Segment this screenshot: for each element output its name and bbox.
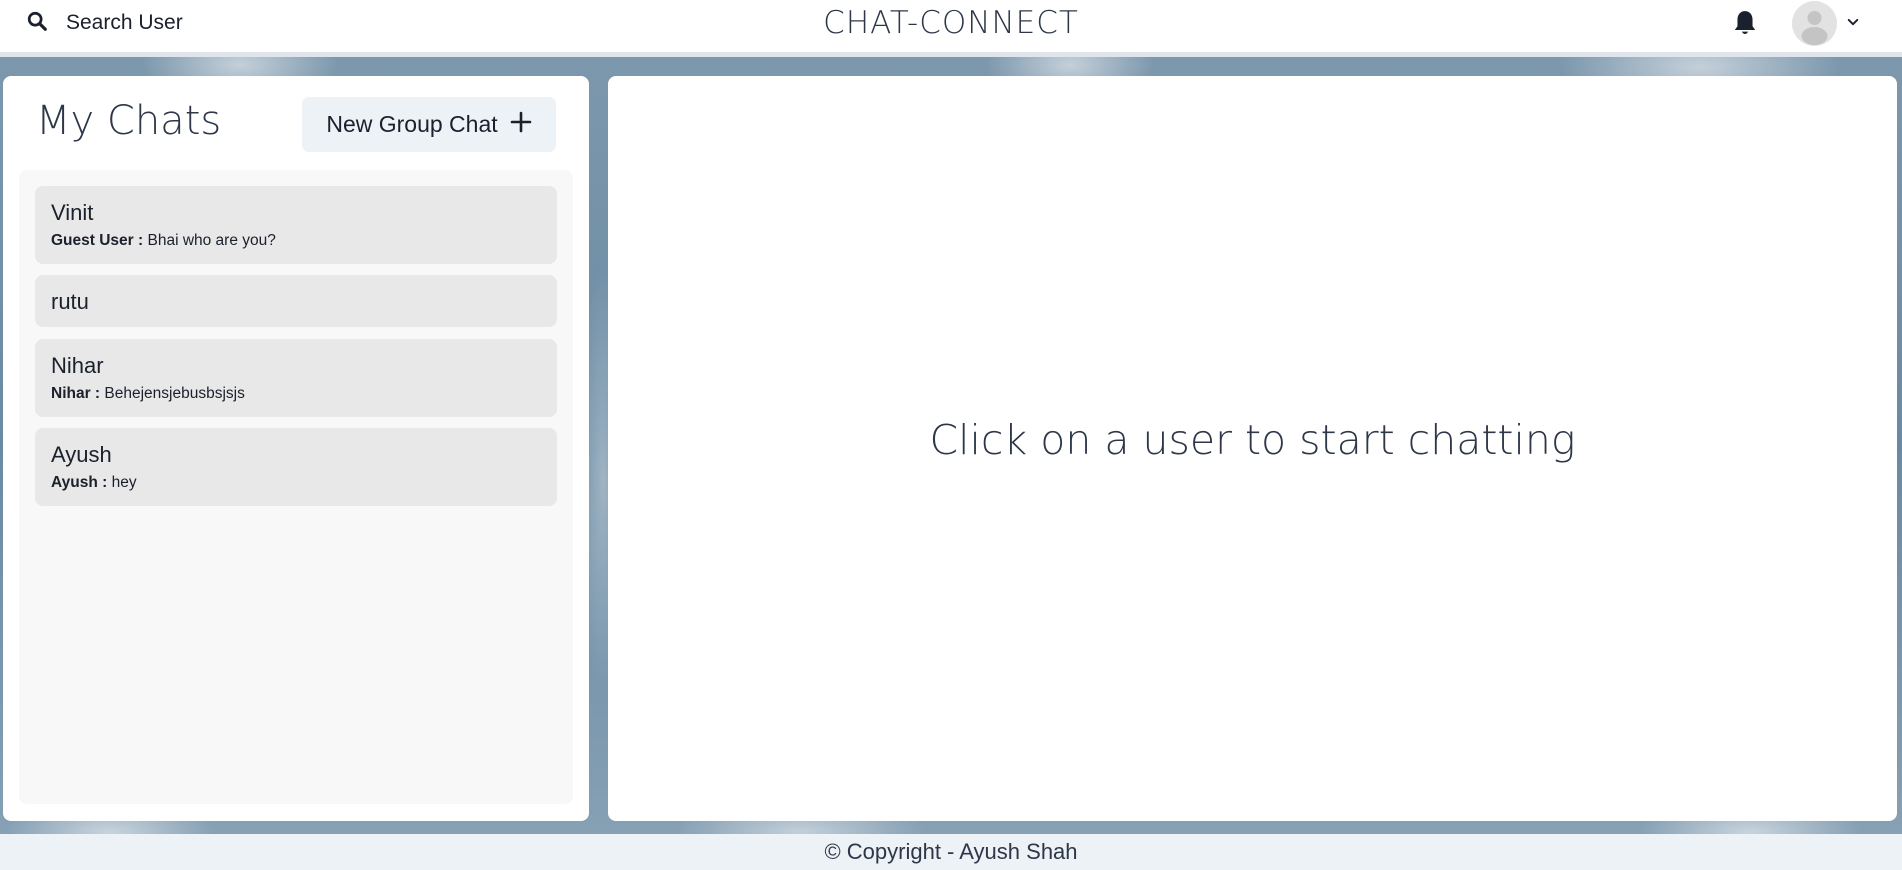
my-chats-title: My Chats: [36, 98, 222, 144]
chat-name: Vinit: [51, 200, 94, 225]
app-title: CHAT-CONNECT: [823, 5, 1079, 41]
chat-item-rutu[interactable]: rutu: [35, 275, 557, 327]
chat-message-text: hey: [111, 474, 137, 491]
chat-message-text: Bhai who are you?: [147, 232, 276, 249]
search-user-button[interactable]: Search User: [26, 8, 183, 38]
my-chats-panel: My Chats New Group Chat Vinit Guest User…: [3, 76, 589, 821]
footer-copyright: © Copyright - Ayush Shah: [0, 834, 1902, 870]
chat-last-message: Ayush : hey: [51, 474, 137, 492]
profile-menu-button[interactable]: [1792, 0, 1859, 46]
chat-window: Click on a user to start chatting: [608, 76, 1897, 821]
chat-message-text: Behejensjebusbsjsjs: [104, 385, 245, 402]
chat-sender: Nihar :: [51, 385, 101, 402]
chat-item-ayush[interactable]: Ayush Ayush : hey: [35, 428, 557, 506]
empty-chat-message: Click on a user to start chatting: [929, 416, 1576, 464]
search-user-label: Search User: [66, 11, 183, 34]
chat-list: Vinit Guest User : Bhai who are you? rut…: [19, 170, 573, 804]
bell-icon[interactable]: [1732, 9, 1758, 37]
chat-item-vinit[interactable]: Vinit Guest User : Bhai who are you?: [35, 186, 557, 264]
new-group-chat-label: New Group Chat: [326, 111, 498, 137]
chat-name: Nihar: [51, 353, 104, 378]
search-icon: [26, 10, 48, 37]
chat-name: Ayush: [51, 442, 112, 467]
new-group-chat-button[interactable]: New Group Chat: [302, 97, 556, 152]
chat-last-message: Guest User : Bhai who are you?: [51, 232, 276, 250]
chevron-down-icon: [1847, 14, 1859, 32]
chat-name: rutu: [51, 289, 89, 314]
plus-icon: [510, 111, 532, 139]
chat-item-nihar[interactable]: Nihar Nihar : Behejensjebusbsjsjs: [35, 339, 557, 417]
user-avatar-icon: [1792, 0, 1837, 46]
top-navbar: Search User CHAT-CONNECT: [0, 0, 1902, 57]
chat-sender: Ayush :: [51, 474, 108, 491]
chat-last-message: Nihar : Behejensjebusbsjsjs: [51, 385, 245, 403]
chat-sender: Guest User :: [51, 232, 144, 249]
